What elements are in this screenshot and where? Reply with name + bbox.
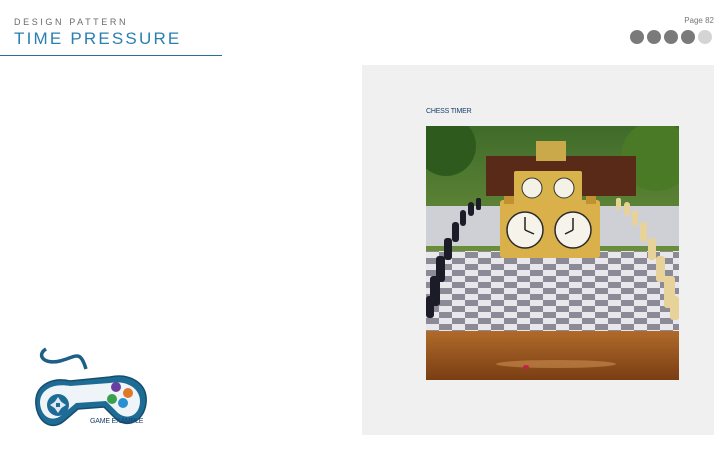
chess-timer-image [426, 126, 679, 380]
progress-dot [698, 30, 712, 44]
progress-dots [630, 30, 712, 44]
progress-dot [664, 30, 678, 44]
progress-dot [647, 30, 661, 44]
page-title: TIME PRESSURE [14, 29, 182, 48]
progress-dot [630, 30, 644, 44]
progress-dot [681, 30, 695, 44]
page-number: Page 82 [684, 16, 714, 25]
game-example-label: GAME EXAMPLE [90, 418, 144, 425]
title-divider [0, 55, 222, 56]
section-eyebrow: DESIGN PATTERN [14, 17, 129, 27]
figure-caption: CHESS TIMER [426, 108, 472, 115]
